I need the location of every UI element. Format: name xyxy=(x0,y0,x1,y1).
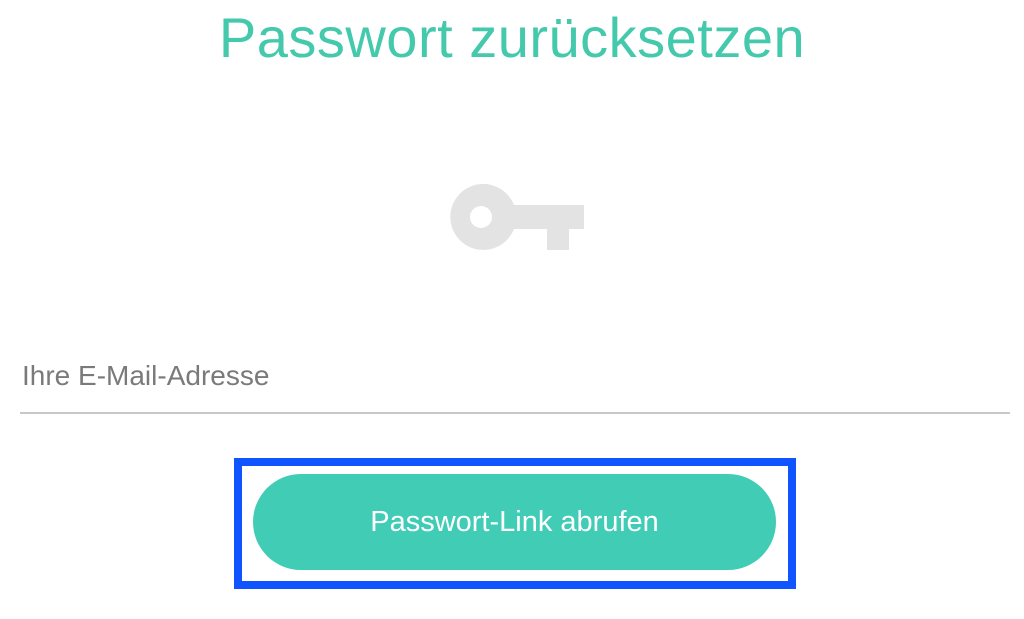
reset-password-screen: Passwort zurücksetzen Passwort-Link abru… xyxy=(0,0,1024,619)
get-password-link-button[interactable]: Passwort-Link abrufen xyxy=(253,474,776,570)
key-icon xyxy=(447,182,585,252)
get-password-link-button-label: Passwort-Link abrufen xyxy=(370,505,659,538)
page-title: Passwort zurücksetzen xyxy=(218,6,806,69)
email-field[interactable] xyxy=(20,340,1010,414)
